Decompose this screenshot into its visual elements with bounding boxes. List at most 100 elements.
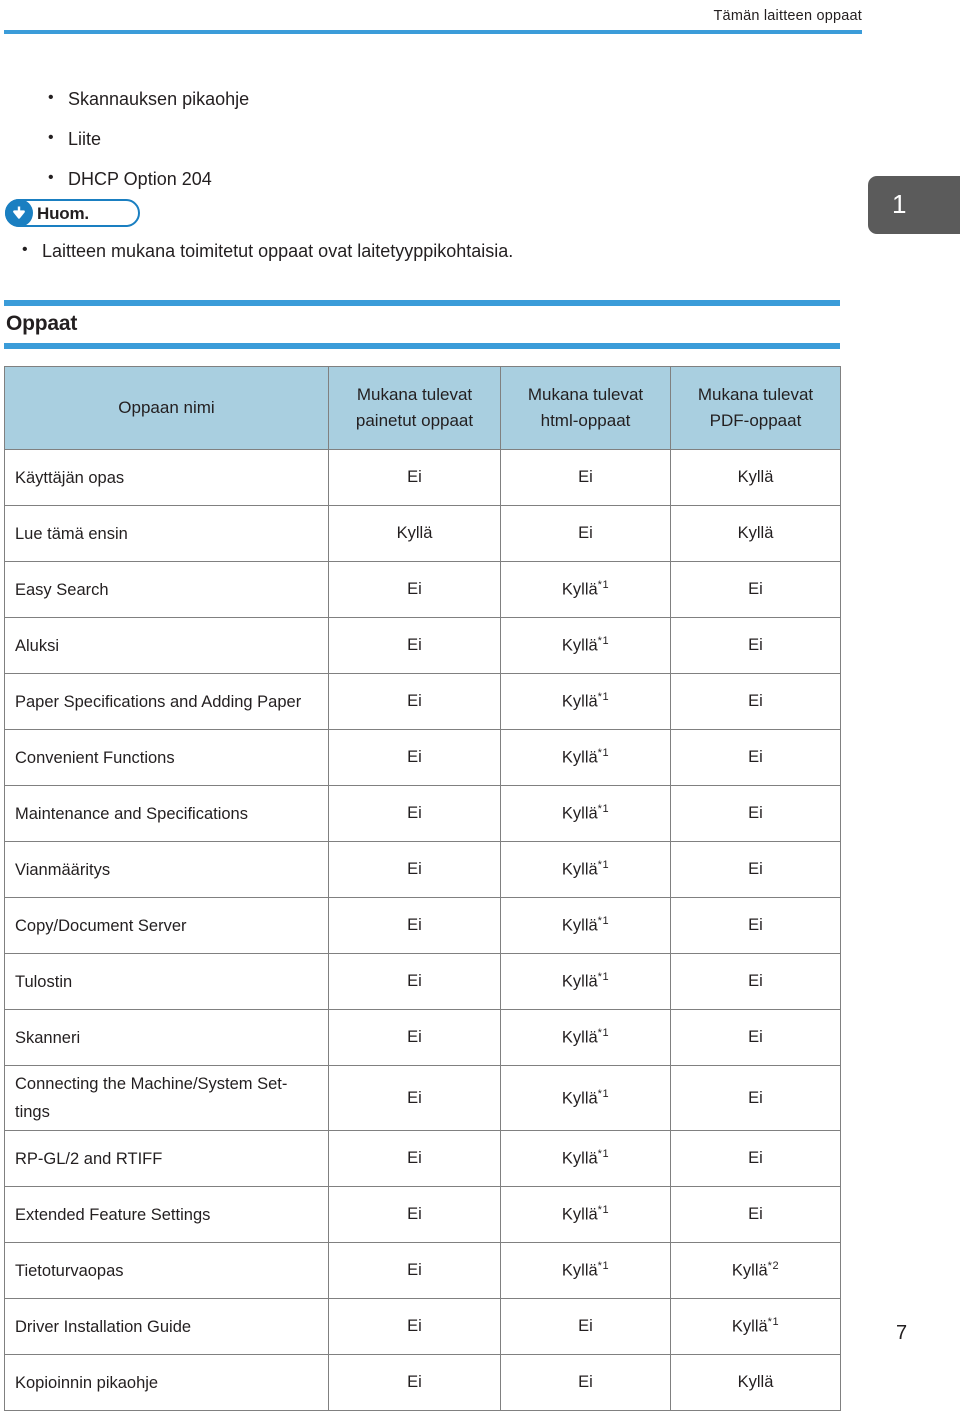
guide-name-cell: Maintenance and Specifications: [4, 785, 329, 842]
guide-name-cell: Aluksi: [4, 617, 329, 674]
note-list-item: Laitteen mukana toimitetut oppaat ovat l…: [20, 239, 720, 262]
html-guide-cell: Ei: [500, 505, 671, 562]
column-header-line: Mukana tulevat: [697, 385, 814, 404]
guides-table-row: Käyttäjän opas Ei Ei Kyllä: [4, 449, 841, 506]
html-guide-cell: Ei: [500, 1298, 671, 1355]
html-guide-cell: Kyllä*1: [500, 1065, 671, 1131]
guides-table-header-row: Oppaan nimi Mukana tulevat painetut oppaat…: [4, 366, 841, 450]
guides-table-column-header: Mukana tulevat PDF-oppaat: [670, 366, 841, 450]
printed-guide-cell: Ei: [328, 673, 501, 730]
guide-name-cell: Driver Installation Guide: [4, 1298, 329, 1355]
guide-name-cell: RP-GL/2 and RTIFF: [4, 1130, 329, 1187]
pdf-guide-cell: Kyllä: [670, 1354, 841, 1411]
intro-list-item: Skannauksen pikaohje: [46, 87, 746, 110]
guides-table-column-header: Oppaan nimi: [4, 366, 329, 450]
footnote-marker: *1: [597, 1260, 610, 1273]
header-rule: [4, 30, 862, 34]
guide-name-cell: Connecting the Machine/System Set-tings: [4, 1065, 329, 1131]
footnote-marker: *1: [597, 1087, 610, 1100]
guide-name-cell: Skanneri: [4, 1009, 329, 1066]
guide-name-cell: Käyttäjän opas: [4, 449, 329, 506]
intro-list-item: DHCP Option 204: [46, 167, 746, 190]
footnote-marker: *1: [597, 803, 610, 816]
intro-list-item: Liite: [46, 127, 746, 150]
guides-table: Oppaan nimi Mukana tulevat painetut oppaat…: [4, 366, 841, 1411]
guide-name-cell: Paper Specifications and Adding Paper: [4, 673, 329, 730]
guide-name-cell: Tulostin: [4, 953, 329, 1010]
guides-table-row: Connecting the Machine/System Set-tings E…: [4, 1065, 841, 1131]
html-guide-cell: Kyllä*1: [500, 1130, 671, 1187]
html-guide-cell: Kyllä*1: [500, 897, 671, 954]
guides-table-row: Easy Search Ei Kyllä*1 Ei: [4, 561, 841, 618]
printed-guide-cell: Ei: [328, 1242, 501, 1299]
html-guide-cell: Kyllä*1: [500, 1009, 671, 1066]
pdf-guide-cell: Ei: [670, 673, 841, 730]
guides-table-row: Vianmääritys Ei Kyllä*1 Ei: [4, 841, 841, 898]
pdf-guide-cell: Ei: [670, 1186, 841, 1243]
printed-guide-cell: Ei: [328, 841, 501, 898]
running-header: Tämän laitteen oppaat: [713, 8, 862, 24]
pdf-guide-cell: Kyllä: [670, 505, 841, 562]
guide-name-cell: Extended Feature Settings: [4, 1186, 329, 1243]
chapter-number-label: 1: [892, 189, 907, 219]
footer-page-number: 7: [896, 1322, 908, 1344]
footnote-marker: *1: [597, 1204, 610, 1217]
column-header-line: html-oppaat: [540, 411, 631, 430]
printed-guide-cell: Ei: [328, 1186, 501, 1243]
printed-guide-cell: Ei: [328, 617, 501, 674]
footnote-marker: *1: [597, 859, 610, 872]
printed-guide-cell: Ei: [328, 729, 501, 786]
down-arrow-icon: [5, 199, 33, 227]
html-guide-cell: Kyllä*1: [500, 953, 671, 1010]
html-guide-cell: Ei: [500, 1354, 671, 1411]
guides-table-row: Maintenance and Specifications Ei Kyllä*1 E…: [4, 785, 841, 842]
printed-guide-cell: Kyllä: [328, 505, 501, 562]
html-guide-cell: Kyllä*1: [500, 841, 671, 898]
pdf-guide-cell: Kyllä*1: [670, 1298, 841, 1355]
footnote-marker: *1: [597, 971, 610, 984]
footnote-marker: *1: [767, 1316, 780, 1329]
pdf-guide-cell: Ei: [670, 729, 841, 786]
printed-guide-cell: Ei: [328, 785, 501, 842]
column-header-line: Mukana tulevat: [527, 385, 644, 404]
printed-guide-cell: Ei: [328, 897, 501, 954]
guides-table-row: Skanneri Ei Kyllä*1 Ei: [4, 1009, 841, 1066]
pdf-guide-cell: Ei: [670, 1009, 841, 1066]
guides-table-row: Tulostin Ei Kyllä*1 Ei: [4, 953, 841, 1010]
guides-table-row: Kopioinnin pikaohje Ei Ei Kyllä: [4, 1354, 841, 1411]
html-guide-cell: Kyllä*1: [500, 1242, 671, 1299]
guide-name-cell: Convenient Functions: [4, 729, 329, 786]
note-callout-label: Huom.: [37, 204, 89, 223]
section-title: Oppaat: [6, 312, 78, 335]
guides-table-row: Copy/Document Server Ei Kyllä*1 Ei: [4, 897, 841, 954]
guides-table-row: RP-GL/2 and RTIFF Ei Kyllä*1 Ei: [4, 1130, 841, 1187]
footnote-marker: *1: [597, 1148, 610, 1161]
guide-name-cell: Tietoturvaopas: [4, 1242, 329, 1299]
guide-name-cell: Kopioinnin pikaohje: [4, 1354, 329, 1411]
section-heading-block: Oppaat: [4, 300, 840, 349]
html-guide-cell: Kyllä*1: [500, 673, 671, 730]
column-header-line: Mukana tulevat: [356, 385, 473, 404]
guide-name-cell: Vianmääritys: [4, 841, 329, 898]
guides-table-row: Extended Feature Settings Ei Kyllä*1 Ei: [4, 1186, 841, 1243]
guides-table-row: Paper Specifications and Adding Paper Ei K…: [4, 673, 841, 730]
guides-table-row: Convenient Functions Ei Kyllä*1 Ei: [4, 729, 841, 786]
printed-guide-cell: Ei: [328, 561, 501, 618]
footnote-marker: *1: [597, 579, 610, 592]
printed-guide-cell: Ei: [328, 1354, 501, 1411]
footnote-marker: *1: [597, 915, 610, 928]
guides-table-row: Lue tämä ensin Kyllä Ei Kyllä: [4, 505, 841, 562]
footnote-marker: *1: [597, 1027, 610, 1040]
html-guide-cell: Kyllä*1: [500, 785, 671, 842]
pdf-guide-cell: Ei: [670, 1065, 841, 1131]
pdf-guide-cell: Ei: [670, 561, 841, 618]
section-rule-bottom: [4, 343, 840, 349]
guides-table-row: Driver Installation Guide Ei Ei Kyllä*1: [4, 1298, 841, 1355]
printed-guide-cell: Ei: [328, 1009, 501, 1066]
guides-table-row: Aluksi Ei Kyllä*1 Ei: [4, 617, 841, 674]
printed-guide-cell: Ei: [328, 449, 501, 506]
html-guide-cell: Kyllä*1: [500, 1186, 671, 1243]
html-guide-cell: Ei: [500, 449, 671, 506]
intro-bullet-list: Skannauksen pikaohje Liite DHCP Option 204: [46, 87, 746, 208]
pdf-guide-cell: Kyllä*2: [670, 1242, 841, 1299]
